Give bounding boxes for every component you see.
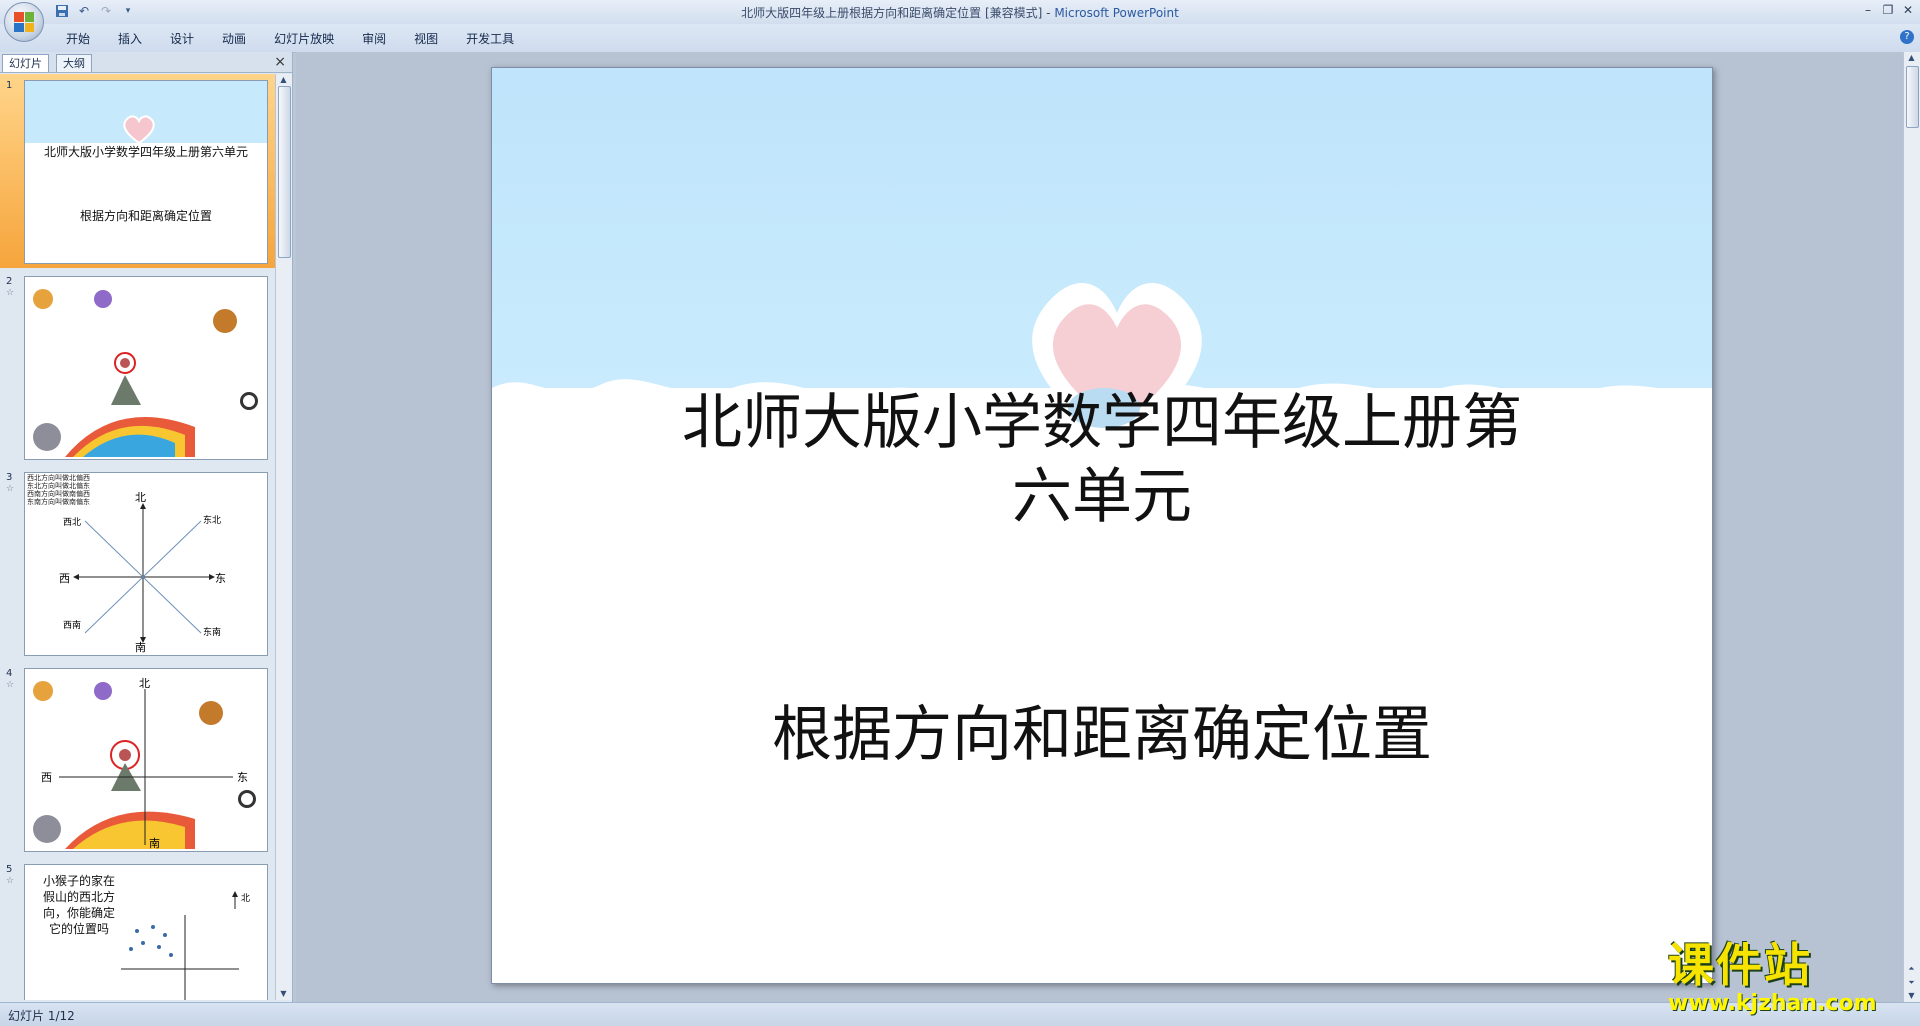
previous-slide-icon[interactable]: ⏶ bbox=[1906, 964, 1917, 974]
compass-north-label: 北 bbox=[135, 491, 146, 504]
panel-tab-bar: 幻灯片 大纲 × bbox=[0, 52, 292, 73]
thumbnail-slide-1[interactable]: 北师大版小学数学四年级上册第六单元 根据方向和距离确定位置 bbox=[24, 80, 268, 264]
tab-developer[interactable]: 开发工具 bbox=[452, 30, 528, 48]
window-controls: – ❐ ✕ bbox=[1860, 2, 1916, 18]
thumbnail-slide-5[interactable]: 小猴子的家在假山的西北方向，你能确定它的位置吗 北 bbox=[24, 864, 268, 1000]
slides-panel: 幻灯片 大纲 × 1 北师大版小学数学四年级上册第六单元 根据方向和距离确定位置… bbox=[0, 52, 293, 1002]
watermark-logo: 课件站 www.kjzhan.com bbox=[1668, 929, 1898, 1016]
compass-diagram bbox=[73, 503, 215, 643]
tab-review[interactable]: 审阅 bbox=[348, 30, 400, 48]
compass-northwest-label: 西北 bbox=[63, 518, 82, 528]
thumbnail-row-2[interactable]: 2 ☆ bbox=[0, 270, 276, 464]
window-title-app: Microsoft PowerPoint bbox=[1054, 6, 1179, 20]
thumbnail-row-5[interactable]: 5 ☆ 小猴子的家在假山的西北方向，你能确定它的位置吗 北 bbox=[0, 858, 276, 1000]
thumbnail-number: 4 bbox=[6, 668, 13, 679]
zoo-map-with-axes-illustration bbox=[33, 681, 256, 849]
panel-close-icon[interactable]: × bbox=[274, 54, 286, 70]
compass-southwest-label: 西南 bbox=[63, 621, 82, 631]
axis-west-label: 西 bbox=[41, 771, 52, 784]
scroll-up-icon[interactable]: ▲ bbox=[1906, 53, 1917, 63]
ribbon-tab-bar: 开始 插入 设计 动画 幻灯片放映 审阅 视图 开发工具 ? bbox=[0, 24, 1920, 53]
zoo-map-illustration bbox=[33, 289, 258, 457]
compass-northeast-label: 东北 bbox=[203, 516, 222, 526]
compass-south-label: 南 bbox=[135, 641, 146, 654]
close-icon[interactable]: ✕ bbox=[1900, 2, 1916, 18]
office-logo-icon bbox=[14, 12, 34, 32]
animation-star-icon: ☆ bbox=[6, 680, 15, 690]
animation-star-icon: ☆ bbox=[6, 484, 15, 494]
window-title-document: 北师大版四年级上册根据方向和距离确定位置 [兼容模式] - bbox=[741, 6, 1055, 20]
tab-insert[interactable]: 插入 bbox=[104, 30, 156, 48]
animation-star-icon: ☆ bbox=[6, 288, 15, 298]
thumbnail-number: 1 bbox=[6, 80, 13, 91]
main-scrollbar-thumb[interactable] bbox=[1906, 66, 1919, 128]
tab-outline[interactable]: 大纲 bbox=[56, 54, 92, 72]
thumbnail-row-3[interactable]: 3 ☆ 西北方向叫做北偏西 东北方向叫做北偏东 西南方向叫做南偏西 东南方向叫做… bbox=[0, 466, 276, 660]
tab-view[interactable]: 视图 bbox=[400, 30, 452, 48]
slide-counter: 幻灯片 1/12 bbox=[8, 1009, 75, 1023]
scroll-down-icon[interactable]: ▼ bbox=[1906, 991, 1917, 1001]
scroll-down-icon[interactable]: ▼ bbox=[278, 989, 289, 999]
window-title: 北师大版四年级上册根据方向和距离确定位置 [兼容模式] - Microsoft … bbox=[0, 4, 1920, 21]
slide-subtitle[interactable]: 根据方向和距离确定位置 bbox=[492, 698, 1712, 772]
main-scrollbar[interactable]: ▲ ⏶ ⏷ ▼ bbox=[1903, 52, 1920, 1002]
scroll-up-icon[interactable]: ▲ bbox=[278, 75, 289, 85]
compass-west-label: 西 bbox=[59, 572, 70, 585]
status-bar: 幻灯片 1/12 bbox=[0, 1002, 1920, 1026]
heart-icon bbox=[123, 115, 155, 145]
thumbnail-slide-4[interactable]: 北 南 东 西 bbox=[24, 668, 268, 852]
office-button[interactable] bbox=[4, 2, 44, 42]
thumbnail-number: 5 bbox=[6, 864, 13, 875]
watermark-url-text: www.kjzhan.com bbox=[1668, 991, 1877, 1016]
next-slide-icon[interactable]: ⏷ bbox=[1906, 978, 1917, 988]
slide-title[interactable]: 北师大版小学数学四年级上册第 六单元 bbox=[492, 386, 1712, 534]
thumbnail-row-4[interactable]: 4 ☆ 北 南 东 西 bbox=[0, 662, 276, 856]
grid-dots-diagram bbox=[121, 891, 239, 1000]
tab-animations[interactable]: 动画 bbox=[208, 30, 260, 48]
thumbnail-number: 2 bbox=[6, 276, 13, 287]
help-icon[interactable]: ? bbox=[1900, 30, 1914, 44]
current-slide[interactable]: 北师大版小学数学四年级上册第 六单元 根据方向和距离确定位置 bbox=[491, 67, 1713, 984]
tab-home[interactable]: 开始 bbox=[52, 30, 104, 48]
axis-east-label: 东 bbox=[237, 771, 248, 784]
tab-slides[interactable]: 幻灯片 bbox=[2, 54, 49, 72]
thumbnail-slide-2[interactable] bbox=[24, 276, 268, 460]
watermark-chinese-text: 课件站 bbox=[1668, 938, 1812, 992]
tab-slideshow[interactable]: 幻灯片放映 bbox=[260, 30, 348, 48]
compass-east-label: 东 bbox=[215, 572, 226, 585]
thumbnail-slide-3[interactable]: 西北方向叫做北偏西 东北方向叫做北偏东 西南方向叫做南偏西 东南方向叫做南偏东 … bbox=[24, 472, 268, 656]
slide-editing-area: 北师大版小学数学四年级上册第 六单元 根据方向和距离确定位置 bbox=[296, 52, 1904, 1002]
animation-star-icon: ☆ bbox=[6, 876, 15, 886]
thumbnail-title: 北师大版小学数学四年级上册第六单元 bbox=[43, 145, 248, 159]
thumbnail-list: 1 北师大版小学数学四年级上册第六单元 根据方向和距离确定位置 2 ☆ 3 ☆ … bbox=[0, 74, 276, 1000]
axis-south-label: 南 bbox=[149, 837, 160, 850]
axis-north-label: 北 bbox=[139, 677, 150, 690]
restore-icon[interactable]: ❐ bbox=[1880, 2, 1896, 18]
panel-scrollbar[interactable]: ▲ ▼ bbox=[275, 74, 292, 1000]
slide-title-line-1: 北师大版小学数学四年级上册第 bbox=[682, 388, 1522, 458]
compass-southeast-label: 东南 bbox=[203, 628, 222, 638]
thumbnail-number: 3 bbox=[6, 472, 13, 483]
tab-design[interactable]: 设计 bbox=[156, 30, 208, 48]
minimize-icon[interactable]: – bbox=[1860, 2, 1876, 18]
panel-scrollbar-thumb[interactable] bbox=[278, 86, 291, 258]
thumbnail-subtitle: 根据方向和距离确定位置 bbox=[79, 209, 212, 223]
thumbnail-row-1[interactable]: 1 北师大版小学数学四年级上册第六单元 根据方向和距离确定位置 bbox=[0, 74, 276, 268]
north-label: 北 bbox=[241, 894, 251, 904]
title-bar: ↶ ↷ ▾ 北师大版四年级上册根据方向和距离确定位置 [兼容模式] - Micr… bbox=[0, 0, 1920, 25]
slide-title-line-2: 六单元 bbox=[1012, 462, 1192, 532]
